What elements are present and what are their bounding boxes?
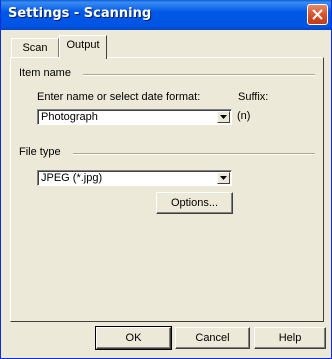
settings-dialog: Settings - Scanning Scan Output Item nam… <box>0 0 332 359</box>
help-button-label: Help <box>278 332 302 344</box>
item-name-group-label: Item name <box>19 67 71 79</box>
title-bar[interactable]: Settings - Scanning <box>1 0 331 30</box>
file-type-value: JPEG (*.jpg) <box>41 172 103 184</box>
close-button[interactable] <box>307 4 328 25</box>
output-tab-panel: Item name Enter name or select date form… <box>10 57 324 322</box>
tab-scan[interactable]: Scan <box>11 38 59 58</box>
help-button[interactable]: Help <box>254 327 326 349</box>
file-type-group-label: File type <box>19 146 61 158</box>
tab-scan-label: Scan <box>22 42 48 54</box>
ok-button-label: OK <box>125 332 142 344</box>
tab-output-label: Output <box>66 39 100 51</box>
tab-output[interactable]: Output <box>59 35 107 59</box>
options-button[interactable]: Options... <box>156 192 233 214</box>
chevron-down-icon <box>220 176 227 180</box>
item-name-combobox[interactable]: Photograph <box>37 109 232 125</box>
close-icon <box>312 9 323 20</box>
suffix-value: (n) <box>237 110 251 122</box>
chevron-down-icon <box>220 115 227 119</box>
cancel-button-label: Cancel <box>195 332 230 344</box>
suffix-label: Suffix: <box>238 91 269 103</box>
name-prompt-label: Enter name or select date format: <box>37 91 201 103</box>
file-type-dropdown-button[interactable] <box>217 172 230 184</box>
item-name-dropdown-button[interactable] <box>217 111 230 123</box>
file-type-combobox[interactable]: JPEG (*.jpg) <box>37 170 232 186</box>
options-button-label: Options... <box>170 197 219 209</box>
item-name-separator <box>83 74 315 76</box>
ok-button[interactable]: OK <box>95 326 172 350</box>
window-title: Settings - Scanning <box>8 6 152 21</box>
item-name-value: Photograph <box>41 111 98 123</box>
cancel-button[interactable]: Cancel <box>175 327 250 349</box>
file-type-separator <box>73 153 315 155</box>
